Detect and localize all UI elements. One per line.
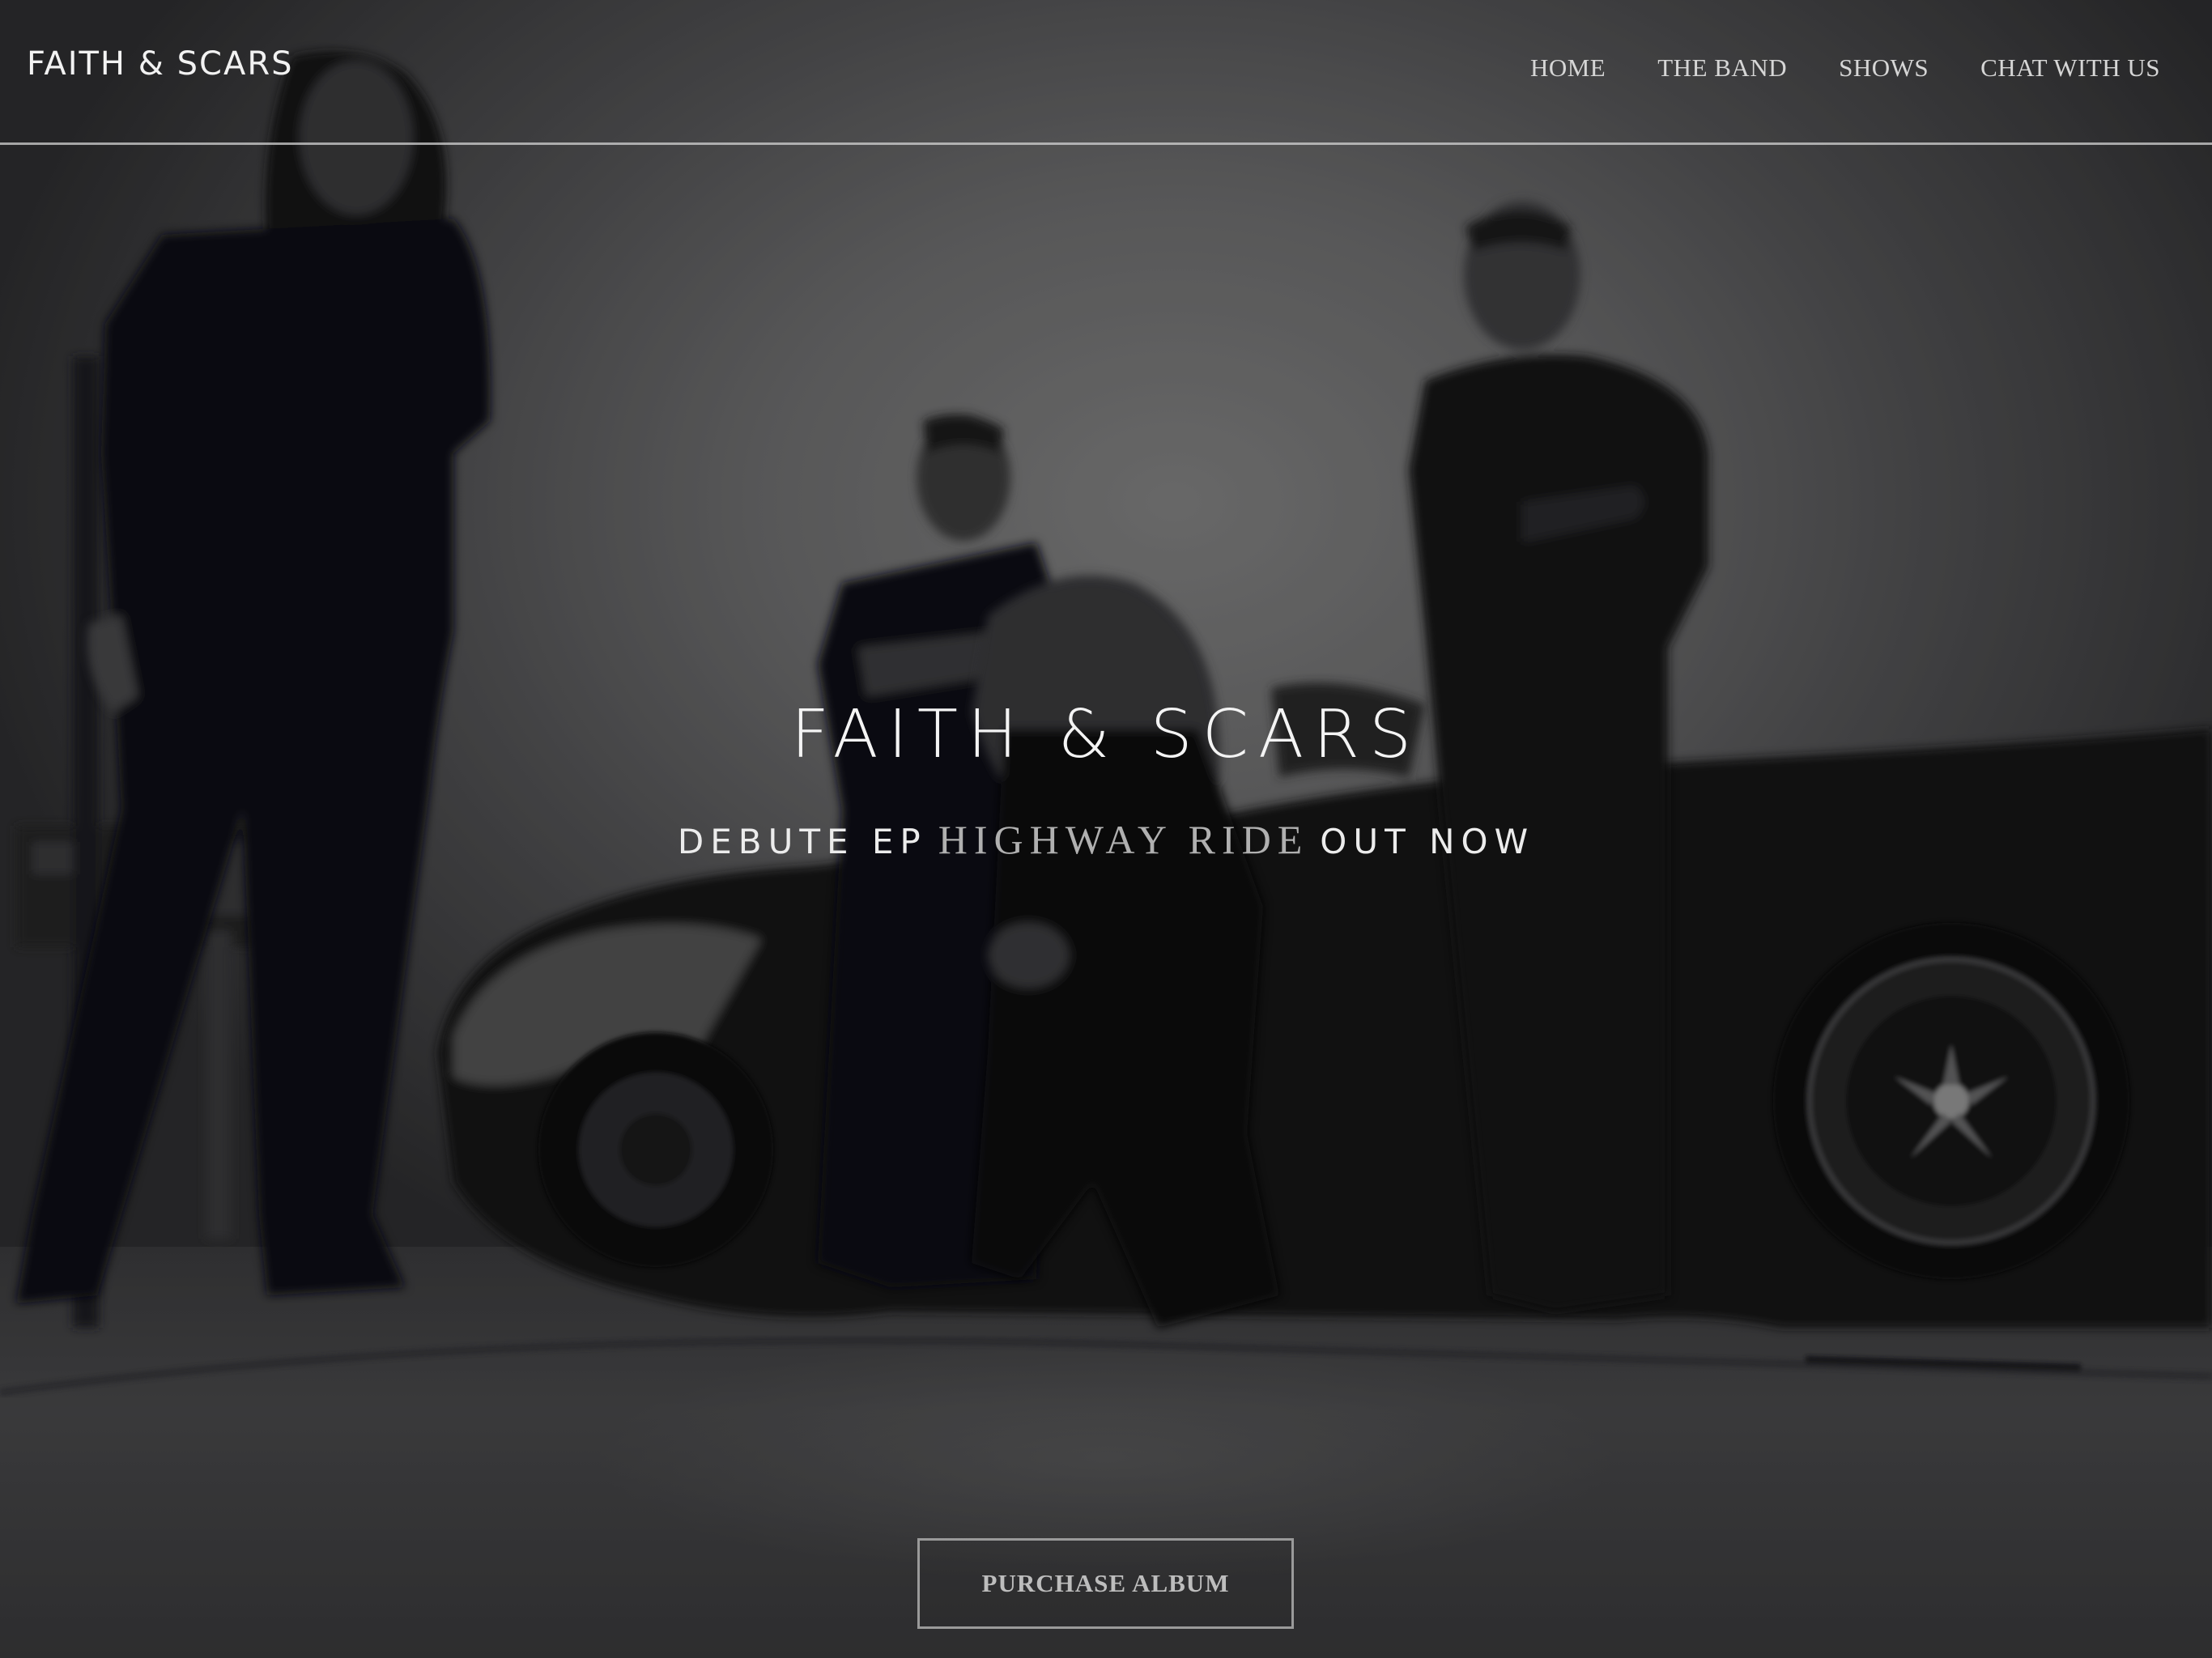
- subtitle-prefix: DEBUTE EP: [677, 822, 927, 861]
- nav-item-home[interactable]: HOME: [1530, 53, 1606, 83]
- brand-logo-link[interactable]: FAITH & SCARS: [27, 45, 294, 83]
- hero-subtitle: DEBUTE EP HIGHWAY RIDE OUT NOW: [0, 816, 2212, 863]
- hero-title: FAITH & SCARS: [790, 696, 1422, 773]
- nav-item-chat-with-us[interactable]: CHAT WITH US: [1980, 53, 2160, 83]
- album-title: HIGHWAY RIDE: [938, 817, 1309, 862]
- site-header: FAITH & SCARS HOME THE BAND SHOWS CHAT W…: [0, 0, 2212, 145]
- nav-item-the-band[interactable]: THE BAND: [1657, 53, 1787, 83]
- nav-item-shows[interactable]: SHOWS: [1839, 53, 1929, 83]
- page: FAITH & SCARS HOME THE BAND SHOWS CHAT W…: [0, 0, 2212, 1658]
- purchase-album-button[interactable]: PURCHASE ALBUM: [917, 1538, 1294, 1629]
- subtitle-suffix: OUT NOW: [1320, 822, 1535, 861]
- main-nav: HOME THE BAND SHOWS CHAT WITH US: [1530, 53, 2160, 83]
